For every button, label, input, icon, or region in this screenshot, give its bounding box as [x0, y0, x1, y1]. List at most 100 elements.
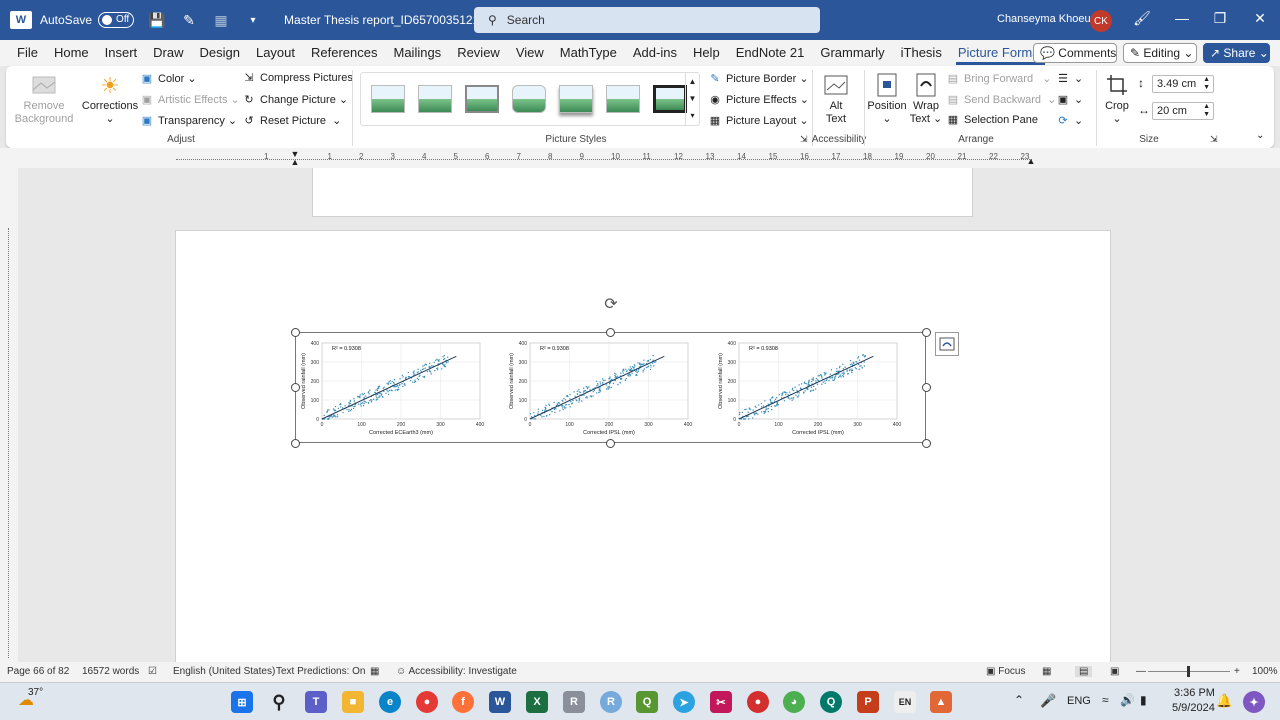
rotate-button[interactable]: ⟳ ⌄: [1056, 114, 1083, 128]
share-button[interactable]: ↗ Share ⌄: [1203, 43, 1270, 63]
resize-handle-nw[interactable]: [291, 328, 300, 337]
picture-style-6[interactable]: [606, 85, 640, 113]
collapse-ribbon-icon[interactable]: ⌄: [1256, 130, 1264, 141]
qgis-desktop-icon[interactable]: Q: [820, 691, 842, 713]
minimize-icon[interactable]: —: [1172, 10, 1192, 26]
menu-help[interactable]: Help: [685, 40, 728, 66]
menu-mathtype[interactable]: MathType: [552, 40, 625, 66]
close-icon[interactable]: ✕: [1250, 10, 1270, 27]
selection-pane-button[interactable]: ▦ Selection Pane: [946, 114, 1038, 126]
word-taskbar-icon[interactable]: W: [489, 691, 511, 713]
wrap-text-button[interactable]: Wrap Text ⌄: [908, 72, 944, 126]
start-icon[interactable]: ⊞: [231, 691, 253, 713]
print-layout-icon[interactable]: ▤: [1075, 666, 1093, 677]
picture-style-7[interactable]: [653, 85, 687, 113]
current-page[interactable]: [175, 230, 1111, 662]
color-button[interactable]: ▣ Color ⌄: [140, 72, 197, 86]
resize-handle-ne[interactable]: [922, 328, 931, 337]
menu-add-ins[interactable]: Add-ins: [625, 40, 685, 66]
layout-icon[interactable]: ▦: [212, 12, 230, 29]
avatar[interactable]: CK: [1090, 10, 1112, 32]
screen-recorder-icon[interactable]: ●: [747, 691, 769, 713]
picture-border-button[interactable]: ✎ Picture Border ⌄: [708, 72, 808, 86]
menu-references[interactable]: References: [303, 40, 385, 66]
height-input[interactable]: 3.49 cm ▲ ▼: [1152, 75, 1214, 93]
globe-app-icon[interactable]: ◕: [783, 691, 805, 713]
read-mode-icon[interactable]: ▦: [1042, 666, 1051, 677]
search-taskbar-icon[interactable]: ⚲: [268, 691, 290, 713]
layout-options-icon[interactable]: [935, 332, 959, 356]
resize-handle-se[interactable]: [922, 439, 931, 448]
text-predictions-status[interactable]: Text Predictions: On: [276, 666, 365, 677]
file-explorer-icon[interactable]: ■: [342, 691, 364, 713]
telegram-icon[interactable]: ➤: [673, 691, 695, 713]
rstudio-icon[interactable]: R: [600, 691, 622, 713]
zoom-in-icon[interactable]: +: [1234, 666, 1240, 677]
restore-icon[interactable]: ❐: [1210, 10, 1230, 27]
zoom-slider-thumb[interactable]: [1187, 666, 1190, 677]
input-language[interactable]: ENG: [1067, 695, 1091, 707]
qgis-icon[interactable]: Q: [636, 691, 658, 713]
language-status[interactable]: English (United States): [173, 666, 275, 677]
width-input[interactable]: 20 cm ▲ ▼: [1152, 102, 1214, 120]
menu-ithesis[interactable]: iThesis: [893, 40, 950, 66]
chrome-icon[interactable]: ●: [416, 691, 438, 713]
resize-handle-e[interactable]: [922, 383, 931, 392]
comments-button[interactable]: 💬 Comments: [1033, 43, 1117, 63]
rotate-handle-icon[interactable]: ⟳: [601, 295, 621, 315]
firefox-icon[interactable]: f: [452, 691, 474, 713]
menu-file[interactable]: File: [0, 40, 46, 66]
menu-grammarly[interactable]: Grammarly: [812, 40, 892, 66]
excel-icon[interactable]: X: [526, 691, 548, 713]
picture-styles-gallery[interactable]: ▲ ▼ ▾: [360, 72, 700, 126]
snipping-tool-icon[interactable]: ✂: [710, 691, 732, 713]
picture-style-1[interactable]: [371, 85, 405, 113]
r-icon[interactable]: R: [563, 691, 585, 713]
picture-style-3[interactable]: [465, 85, 499, 113]
menu-draw[interactable]: Draw: [145, 40, 191, 66]
indent-marker[interactable]: ▼ ▲: [290, 150, 300, 167]
resize-handle-n[interactable]: [606, 328, 615, 337]
picture-effects-button[interactable]: ◉ Picture Effects ⌄: [708, 93, 809, 107]
volume-icon[interactable]: 🔊: [1120, 693, 1135, 707]
show-hidden-icons[interactable]: ⌃: [1014, 693, 1024, 707]
clock-time[interactable]: 3:36 PM: [1174, 687, 1215, 699]
weather-temp[interactable]: 37°: [28, 687, 43, 698]
designer-icon[interactable]: 🖌: [1132, 10, 1152, 27]
horizontal-ruler[interactable]: ▼ ▲ ▲ 1 1 2 3 4 5 6 7 8 9 10 11 12 13 14 15 16 17 18 19 20 21 2…: [0, 148, 1280, 168]
crop-button[interactable]: Crop ⌄: [1100, 72, 1134, 126]
menu-home[interactable]: Home: [46, 40, 97, 66]
edge-icon[interactable]: e: [379, 691, 401, 713]
web-layout-icon[interactable]: ▣: [1110, 666, 1119, 677]
word-count[interactable]: 16572 words: [82, 666, 139, 677]
picture-layout-button[interactable]: ▦ Picture Layout ⌄: [708, 114, 809, 128]
matlab-icon[interactable]: ▲: [930, 691, 952, 713]
autosave-toggle[interactable]: Off: [98, 12, 135, 28]
microphone-icon[interactable]: 🎤: [1040, 693, 1056, 709]
document-title[interactable]: Master Thesis report_ID6570035121 ⌄: [284, 13, 493, 27]
powerpoint-icon[interactable]: P: [857, 691, 879, 713]
pen-icon[interactable]: ✎: [180, 12, 198, 29]
menu-insert[interactable]: Insert: [97, 40, 146, 66]
change-picture-button[interactable]: ↻ Change Picture ⌄: [242, 93, 348, 107]
copilot-icon[interactable]: ✦: [1243, 691, 1265, 713]
en-app-icon[interactable]: EN: [894, 691, 916, 713]
search-input[interactable]: ⚲ Search: [474, 7, 820, 33]
vertical-ruler[interactable]: [0, 168, 18, 662]
menu-review[interactable]: Review: [449, 40, 508, 66]
align-button[interactable]: ☰ ⌄: [1056, 72, 1083, 86]
group-button[interactable]: ▣ ⌄: [1056, 93, 1083, 107]
transparency-button[interactable]: ▣ Transparency ⌄: [140, 114, 237, 128]
macro-icon[interactable]: ▦: [370, 666, 379, 677]
picture-style-2[interactable]: [418, 85, 452, 113]
zoom-level[interactable]: 100%: [1252, 666, 1278, 677]
menu-mailings[interactable]: Mailings: [386, 40, 450, 66]
page-count[interactable]: Page 66 of 82: [7, 666, 69, 677]
corrections-button[interactable]: ☀ Corrections ⌄: [80, 72, 140, 126]
customize-qat-icon[interactable]: ▾: [244, 15, 262, 26]
wifi-icon[interactable]: ≈: [1102, 693, 1109, 707]
proofing-icon[interactable]: ☑: [148, 666, 157, 677]
save-icon[interactable]: 💾: [148, 12, 166, 29]
accessibility-status[interactable]: ☺ Accessibility: Investigate: [396, 666, 517, 677]
width-spinner-icon[interactable]: ▲ ▼: [1203, 103, 1210, 119]
